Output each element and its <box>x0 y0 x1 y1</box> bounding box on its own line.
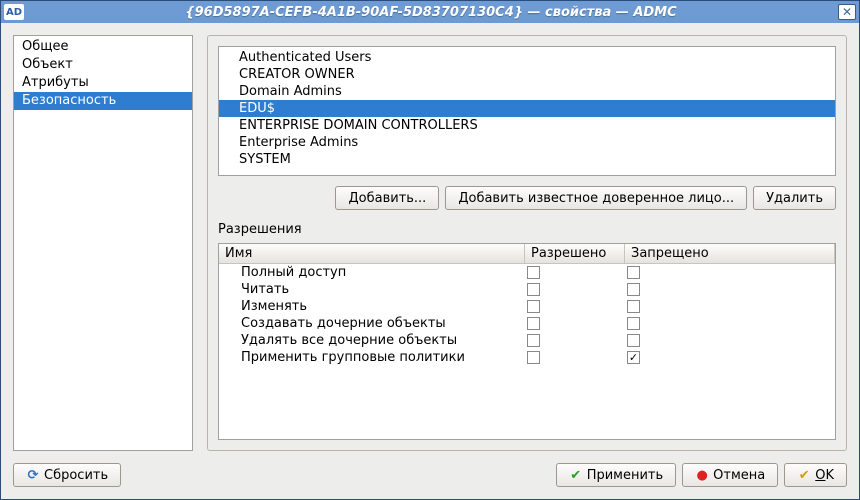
footer: ⟳ Сбросить ✔ Применить ● Отмена ✔ OK <box>1 459 859 499</box>
permission-allow-cell <box>525 266 625 279</box>
permission-allow-cell <box>525 317 625 330</box>
sidebar-tab[interactable]: Атрибуты <box>14 74 192 92</box>
permission-name: Читать <box>219 282 525 297</box>
deny-checkbox[interactable] <box>627 266 640 279</box>
body: ОбщееОбъектАтрибутыБезопасность Authenti… <box>1 23 859 459</box>
principal-row[interactable]: EDU$ <box>219 100 835 117</box>
permission-deny-cell <box>625 283 835 296</box>
ok-button-label: OK <box>815 468 834 483</box>
sidebar-tab[interactable]: Объект <box>14 56 192 74</box>
close-icon: ✕ <box>842 5 852 19</box>
sidebar-tab[interactable]: Безопасность <box>14 92 192 110</box>
principal-row[interactable]: Domain Admins <box>219 83 835 100</box>
permission-row: Читать <box>219 281 835 298</box>
permission-allow-cell <box>525 283 625 296</box>
ok-icon: ✔ <box>797 468 811 483</box>
permission-deny-cell <box>625 334 835 347</box>
deny-checkbox[interactable] <box>627 283 640 296</box>
add-button[interactable]: Добавить... <box>335 186 439 210</box>
allow-checkbox[interactable] <box>527 266 540 279</box>
titlebar: AD {96D5897A-CEFB-4A1B-90AF-5D83707130C4… <box>1 1 859 23</box>
permissions-body: Полный доступ Читать Изменять Создавать доч… <box>219 264 835 439</box>
check-icon: ✔ <box>569 468 583 483</box>
main-panel: Authenticated UsersCREATOR OWNERDomain A… <box>207 35 847 451</box>
stop-icon: ● <box>695 468 709 483</box>
window-title: {96D5897A-CEFB-4A1B-90AF-5D83707130C4} —… <box>24 5 838 20</box>
remove-button[interactable]: Удалить <box>753 186 836 210</box>
principal-row[interactable]: Authenticated Users <box>219 49 835 66</box>
reset-button[interactable]: ⟳ Сбросить <box>13 463 121 487</box>
permissions-label: Разрешения <box>218 222 836 237</box>
permission-deny-cell <box>625 300 835 313</box>
allow-checkbox[interactable] <box>527 351 540 364</box>
principals-button-row: Добавить... Добавить известное доверенно… <box>218 186 836 210</box>
sidebar-tab[interactable]: Общее <box>14 38 192 56</box>
add-well-known-button[interactable]: Добавить известное доверенное лицо... <box>445 186 747 210</box>
principal-row[interactable]: CREATOR OWNER <box>219 66 835 83</box>
cancel-button[interactable]: ● Отмена <box>682 463 778 487</box>
permissions-table: Имя Разрешено Запрещено Полный доступ Чит… <box>218 243 836 440</box>
close-button[interactable]: ✕ <box>838 4 856 20</box>
window: AD {96D5897A-CEFB-4A1B-90AF-5D83707130C4… <box>0 0 860 500</box>
permission-row: Изменять <box>219 298 835 315</box>
cancel-button-label: Отмена <box>713 468 765 483</box>
permission-allow-cell <box>525 351 625 364</box>
refresh-icon: ⟳ <box>26 468 40 483</box>
allow-checkbox[interactable] <box>527 334 540 347</box>
permission-allow-cell <box>525 334 625 347</box>
permission-row: Создавать дочерние объекты <box>219 315 835 332</box>
permission-row: Удалять все дочерние объекты <box>219 332 835 349</box>
apply-button-label: Применить <box>587 468 663 483</box>
principal-row[interactable]: SYSTEM <box>219 151 835 168</box>
ok-button[interactable]: ✔ OK <box>784 463 847 487</box>
principals-list[interactable]: Authenticated UsersCREATOR OWNERDomain A… <box>218 46 836 176</box>
permission-allow-cell <box>525 300 625 313</box>
permission-name: Применить групповые политики <box>219 350 525 365</box>
deny-checkbox[interactable]: ✓ <box>627 351 640 364</box>
permissions-header: Имя Разрешено Запрещено <box>219 244 835 264</box>
permission-name: Удалять все дочерние объекты <box>219 333 525 348</box>
apply-button[interactable]: ✔ Применить <box>556 463 676 487</box>
column-allow[interactable]: Разрешено <box>525 244 625 263</box>
permission-deny-cell <box>625 266 835 279</box>
permission-deny-cell <box>625 317 835 330</box>
principal-row[interactable]: ENTERPRISE DOMAIN CONTROLLERS <box>219 117 835 134</box>
principal-row[interactable]: Enterprise Admins <box>219 134 835 151</box>
permission-row: Полный доступ <box>219 264 835 281</box>
allow-checkbox[interactable] <box>527 317 540 330</box>
column-deny[interactable]: Запрещено <box>625 244 835 263</box>
content: ОбщееОбъектАтрибутыБезопасность Authenti… <box>1 23 859 499</box>
app-icon: AD <box>4 4 24 20</box>
reset-button-label: Сбросить <box>44 468 108 483</box>
permission-name: Изменять <box>219 299 525 314</box>
permission-deny-cell: ✓ <box>625 351 835 364</box>
column-name[interactable]: Имя <box>219 244 525 263</box>
permission-name: Создавать дочерние объекты <box>219 316 525 331</box>
sidebar: ОбщееОбъектАтрибутыБезопасность <box>13 35 193 451</box>
allow-checkbox[interactable] <box>527 300 540 313</box>
deny-checkbox[interactable] <box>627 300 640 313</box>
deny-checkbox[interactable] <box>627 317 640 330</box>
footer-spacer <box>127 463 550 487</box>
allow-checkbox[interactable] <box>527 283 540 296</box>
deny-checkbox[interactable] <box>627 334 640 347</box>
permission-name: Полный доступ <box>219 265 525 280</box>
permission-row: Применить групповые политики ✓ <box>219 349 835 366</box>
